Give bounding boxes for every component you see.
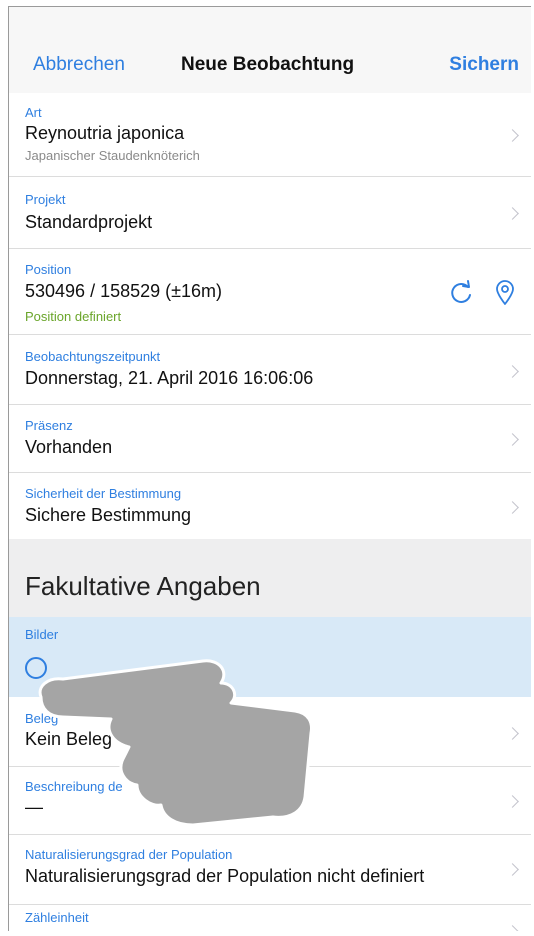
section-header: Fakultative Angaben xyxy=(9,539,531,618)
row-praesenz[interactable]: Präsenz Vorhanden xyxy=(9,405,531,473)
bilder-label: Bilder xyxy=(25,627,59,642)
naturalisierung-label: Naturalisierungsgrad der Population xyxy=(25,847,233,862)
projekt-label: Projekt xyxy=(25,192,66,207)
art-label: Art xyxy=(25,105,42,120)
page-title: Neue Beobachtung xyxy=(181,54,355,75)
row-sicherheit[interactable]: Sicherheit der Bestimmung Sichere Bestim… xyxy=(9,473,531,539)
row-projekt[interactable]: Projekt Standardprojekt xyxy=(9,177,531,249)
position-value: 530496 / 158529 (±16m) xyxy=(25,281,223,301)
zeitpunkt-label: Beobachtungszeitpunkt xyxy=(25,349,161,364)
chevron-right-icon xyxy=(506,433,519,446)
chevron-right-icon xyxy=(506,863,519,876)
refresh-icon[interactable] xyxy=(447,279,475,307)
zaehleinheit-label: Zähleinheit xyxy=(25,910,89,925)
praesenz-label: Präsenz xyxy=(25,418,73,433)
row-zaehleinheit[interactable]: Zähleinheit xyxy=(9,905,531,931)
row-zeitpunkt[interactable]: Beobachtungszeitpunkt Donnerstag, 21. Ap… xyxy=(9,335,531,405)
chevron-right-icon xyxy=(506,795,519,808)
row-position: Position 530496 / 158529 (±16m) Position… xyxy=(9,249,531,335)
chevron-right-icon xyxy=(506,925,519,931)
art-value: Reynoutria japonica xyxy=(25,123,185,143)
chevron-right-icon xyxy=(506,129,519,142)
sicherheit-value: Sichere Bestimmung xyxy=(25,505,192,525)
screen: Abbrechen Neue Beobachtung Sichern Art R… xyxy=(8,6,531,931)
chevron-right-icon xyxy=(506,365,519,378)
cancel-button[interactable]: Abbrechen xyxy=(33,54,125,76)
projekt-value: Standardprojekt xyxy=(25,212,153,232)
section-title: Fakultative Angaben xyxy=(25,571,261,601)
zeitpunkt-value: Donnerstag, 21. April 2016 16:06:06 xyxy=(25,368,314,388)
position-status: Position definiert xyxy=(25,309,122,324)
row-art[interactable]: Art Reynoutria japonica Japanischer Stau… xyxy=(9,93,531,177)
row-naturalisierung[interactable]: Naturalisierungsgrad der Population Natu… xyxy=(9,835,531,905)
navigation-bar: Abbrechen Neue Beobachtung Sichern xyxy=(9,7,531,94)
chevron-right-icon xyxy=(506,727,519,740)
chevron-right-icon xyxy=(506,501,519,514)
praesenz-value: Vorhanden xyxy=(25,437,113,457)
position-label: Position xyxy=(25,262,72,277)
art-common-name: Japanischer Staudenknöterich xyxy=(25,148,200,163)
location-pin-icon[interactable] xyxy=(493,279,517,307)
chevron-right-icon xyxy=(506,207,519,220)
sicherheit-label: Sicherheit der Bestimmung xyxy=(25,486,182,501)
save-button[interactable]: Sichern xyxy=(449,54,519,76)
pointing-hand-icon xyxy=(38,659,313,827)
naturalisierung-value: Naturalisierungsgrad der Population nich… xyxy=(25,866,425,886)
